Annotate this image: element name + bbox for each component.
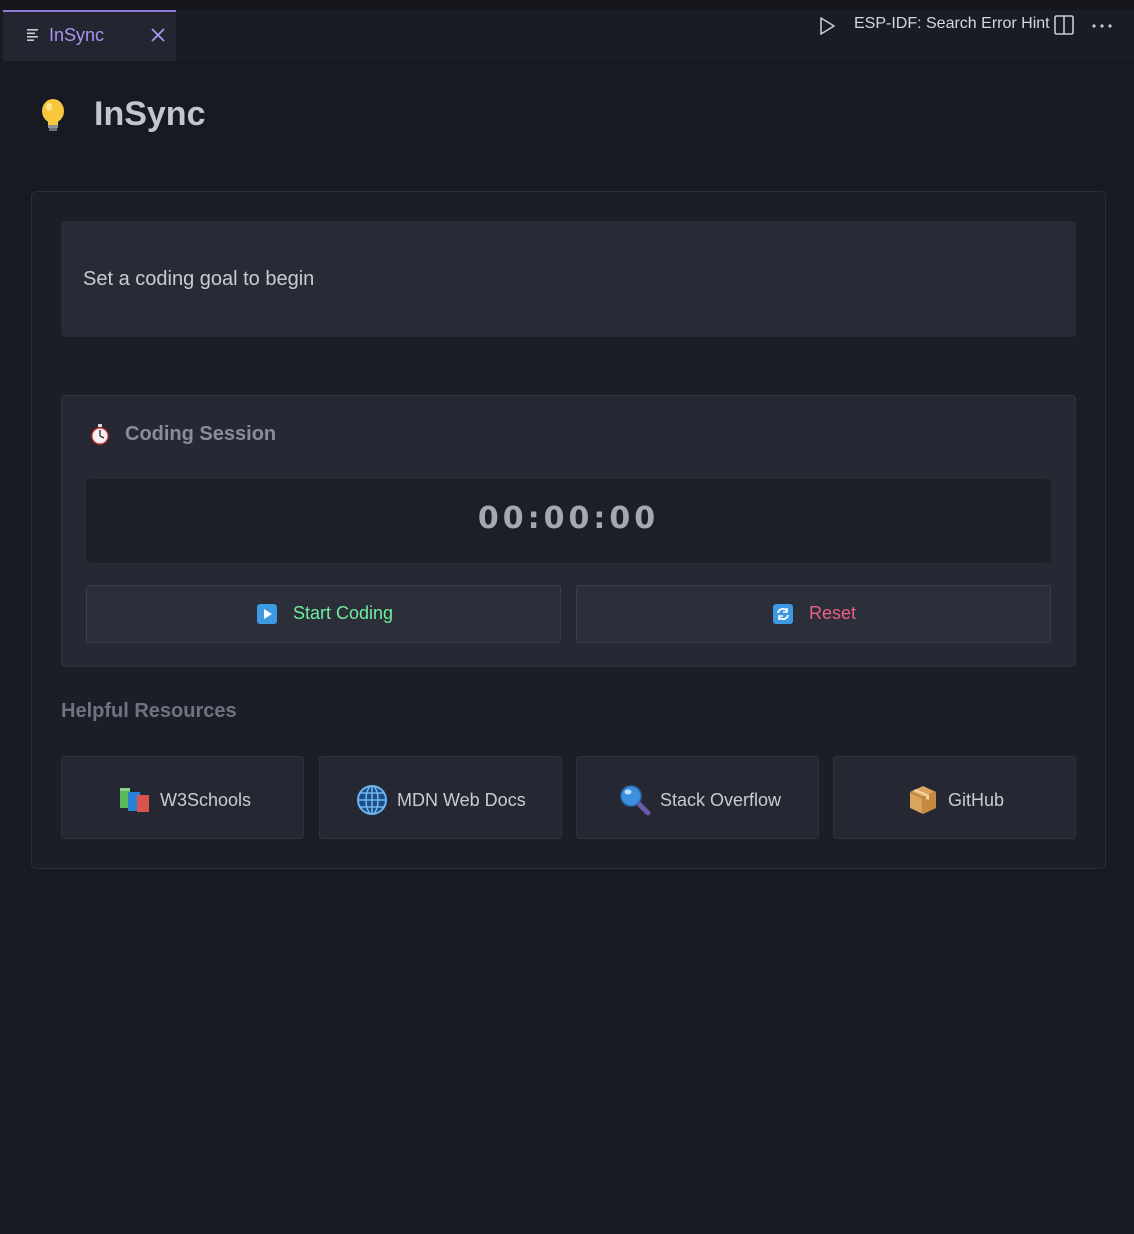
reset-label: Reset bbox=[809, 603, 857, 623]
tab-insync[interactable]: InSync bbox=[3, 10, 176, 61]
more-actions-icon[interactable] bbox=[1091, 22, 1113, 30]
esp-idf-search-error-hint-button[interactable]: ESP-IDF: Search Error Hint bbox=[854, 15, 1050, 33]
start-coding-label: Start Coding bbox=[293, 603, 394, 623]
resource-mdn-web-docs[interactable]: MDN Web Docs bbox=[319, 756, 562, 839]
start-coding-button[interactable]: Start Coding bbox=[86, 585, 561, 643]
resource-label: MDN Web Docs bbox=[397, 789, 526, 810]
timer-value: 00:00:00 bbox=[477, 501, 660, 536]
split-editor-icon[interactable] bbox=[1053, 14, 1075, 36]
resource-stack-overflow[interactable]: Stack Overflow bbox=[576, 756, 819, 839]
refresh-icon bbox=[773, 603, 793, 624]
page-title: InSync bbox=[94, 95, 206, 133]
run-icon[interactable] bbox=[817, 15, 837, 37]
play-icon bbox=[257, 603, 277, 624]
session-title: Coding Session bbox=[125, 423, 277, 445]
close-icon[interactable] bbox=[147, 24, 169, 46]
tab-label: InSync bbox=[49, 25, 105, 45]
reset-button[interactable]: Reset bbox=[576, 585, 1051, 643]
package-icon bbox=[909, 786, 937, 814]
resource-label: W3Schools bbox=[160, 789, 252, 810]
preview-icon bbox=[27, 29, 38, 41]
resources-heading: Helpful Resources bbox=[61, 700, 237, 722]
globe-icon bbox=[357, 785, 387, 815]
resource-github[interactable]: GitHub bbox=[833, 756, 1076, 839]
books-icon bbox=[120, 788, 149, 812]
goal-prompt: Set a coding goal to begin bbox=[83, 268, 315, 290]
lightbulb-icon bbox=[42, 99, 64, 131]
magnifier-icon bbox=[620, 785, 651, 816]
timer-display: 00:00:00 bbox=[86, 479, 1051, 563]
resource-label: Stack Overflow bbox=[660, 789, 782, 810]
resource-w3schools[interactable]: W3Schools bbox=[61, 756, 304, 839]
resource-label: GitHub bbox=[948, 789, 1005, 810]
stopwatch-icon bbox=[91, 424, 109, 445]
